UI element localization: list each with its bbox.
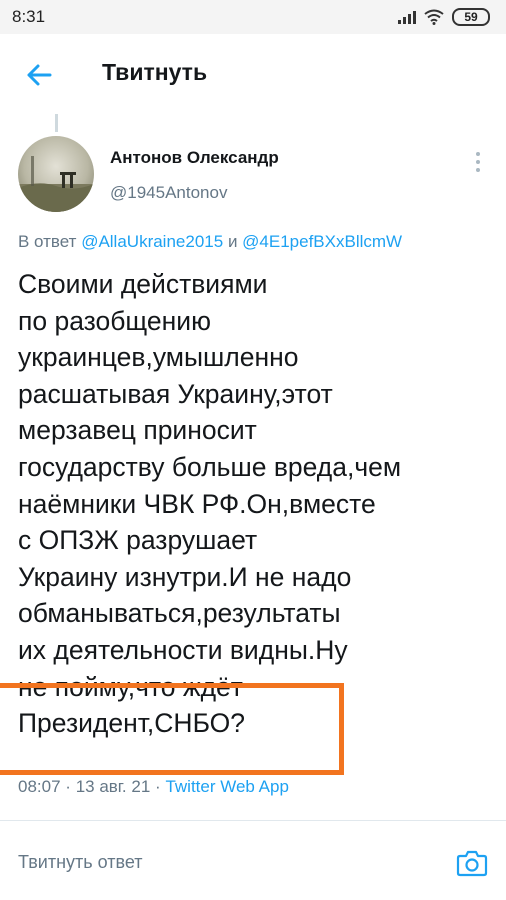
reply-mention-link[interactable]: @4E1pefBXxBllcmW — [242, 232, 402, 251]
camera-icon[interactable] — [456, 849, 488, 877]
reply-input[interactable]: Твитнуть ответ — [18, 852, 143, 873]
status-time: 8:31 — [12, 7, 46, 26]
reply-mention-link[interactable]: @AllaUkraine2015 — [81, 232, 223, 251]
tweet-text-line: их деятельности видны.Ну — [18, 634, 348, 665]
signal-icon — [398, 10, 416, 24]
arrow-left-icon[interactable] — [24, 60, 54, 90]
avatar[interactable] — [18, 136, 94, 212]
tweet-text-line: наёмники ЧВК РФ.Он,вместе — [18, 488, 376, 519]
tweet-source-link[interactable]: Twitter Web App — [165, 777, 288, 796]
more-vertical-icon[interactable] — [472, 150, 484, 174]
tweet-text-line: украинцев,умышленно — [18, 342, 299, 373]
status-bar: 8:31 59 — [0, 0, 506, 34]
tweet-time: 08:07 — [18, 777, 61, 796]
tweet-text-line: по разобщению — [18, 305, 211, 336]
tweet-date: 13 авг. 21 — [75, 777, 151, 796]
reply-and: и — [227, 232, 238, 251]
tweet-text-line: расшатывая Украину,этот — [18, 378, 333, 409]
app-header: Твитнуть — [0, 34, 506, 114]
tweet-text-line: обманываться,результаты — [18, 598, 341, 629]
meta-separator: · — [65, 777, 71, 796]
reply-context: В ответ @AllaUkraine2015 и @4E1pefBXxBll… — [18, 232, 402, 252]
thread-connector — [55, 114, 58, 132]
battery-level: 59 — [464, 10, 478, 24]
author-name[interactable]: Антонов Олександр — [110, 148, 279, 168]
page-title: Твитнуть — [102, 59, 208, 85]
status-icons: 59 — [398, 8, 490, 26]
tweet-text-line: Украину изнутри.И не надо — [18, 561, 352, 592]
wifi-icon — [424, 9, 444, 25]
battery-icon: 59 — [452, 8, 490, 26]
tweet-text-line: Своими действиями — [18, 269, 268, 299]
reply-prefix: В ответ — [18, 232, 77, 251]
tweet-text-line: с ОПЗЖ разрушает — [18, 525, 258, 556]
author-handle[interactable]: @1945Antonov — [110, 183, 227, 203]
tweet-text-line: государству больше вреда,чем — [18, 451, 402, 482]
meta-separator: · — [155, 777, 161, 796]
tweet-text-line: мерзавец приносит — [18, 415, 257, 446]
highlight-annotation — [0, 683, 344, 775]
tweet-text: Своими действиями по разобщению украинце… — [18, 266, 488, 742]
tweet-timestamp: 08:07 · 13 авг. 21 · Twitter Web App — [18, 777, 289, 797]
